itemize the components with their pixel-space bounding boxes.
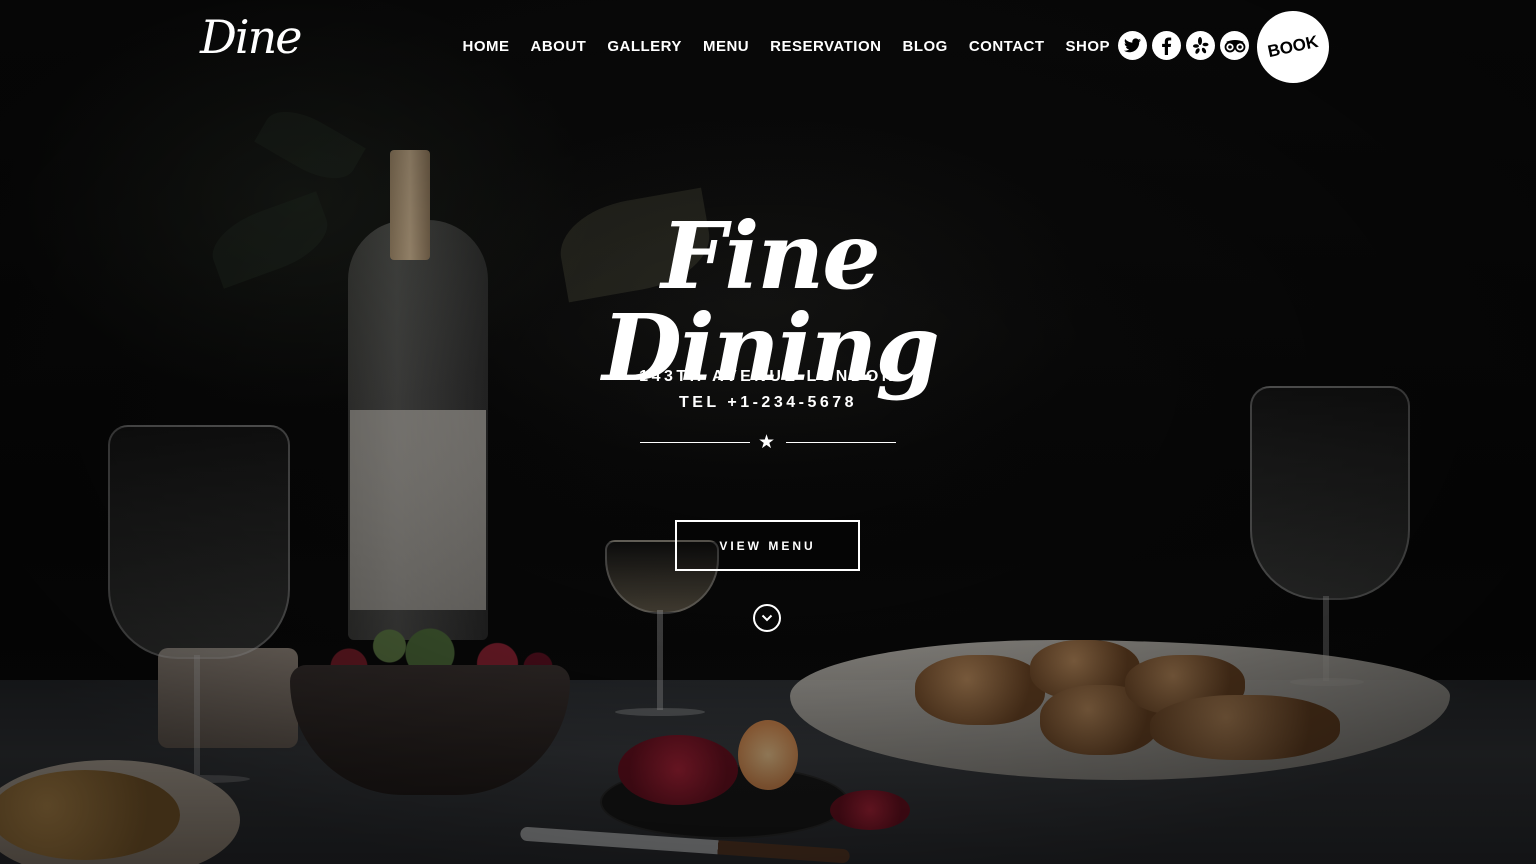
star-icon: ★ [758,431,776,453]
nav-shop[interactable]: SHOP [1055,36,1121,58]
nav-contact[interactable]: CONTACT [958,36,1055,58]
yelp-icon[interactable] [1186,31,1215,60]
nav-blog[interactable]: BLOG [892,36,958,58]
hero-phone[interactable]: TEL +1-234-5678 [568,394,968,412]
hero-address: 143TH AVENUE LONDON [639,368,897,385]
nav-gallery[interactable]: GALLERY [597,36,693,58]
chevron-down-icon[interactable] [753,604,781,632]
divider-line-left [640,442,750,443]
tripadvisor-icon[interactable] [1220,31,1249,60]
logo[interactable]: Dine [200,10,302,64]
main-nav: HOME ABOUT GALLERY MENU RESERVATION BLOG… [452,36,1121,58]
nav-about[interactable]: ABOUT [520,36,597,58]
social-links [1118,31,1249,60]
nav-home[interactable]: HOME [452,36,520,58]
divider-line-right [786,442,896,443]
twitter-icon[interactable] [1118,31,1147,60]
hero-title: Fine Dining [602,202,940,402]
view-menu-button[interactable]: VIEW MENU [675,520,860,571]
nav-menu[interactable]: MENU [692,36,759,58]
nav-reservation[interactable]: RESERVATION [760,36,892,58]
facebook-icon[interactable] [1152,31,1181,60]
